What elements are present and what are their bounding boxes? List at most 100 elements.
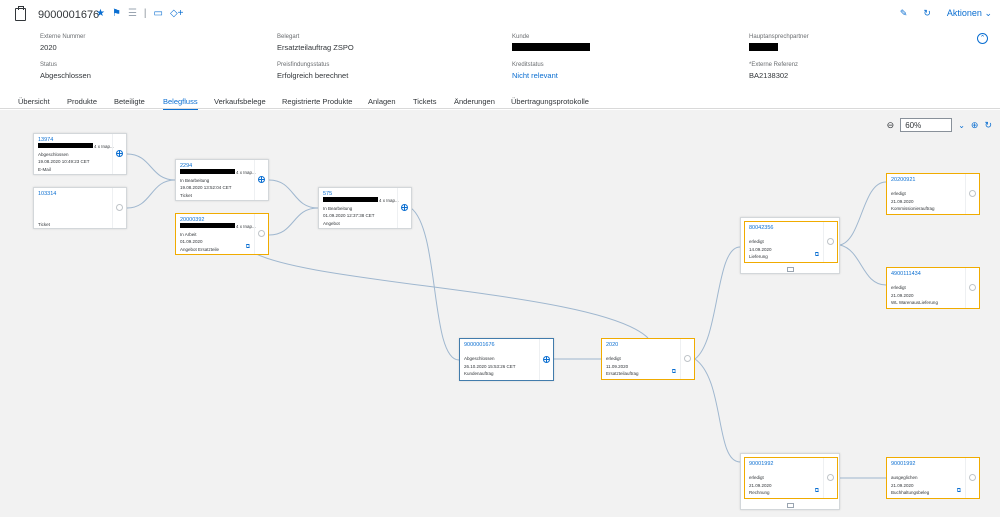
node-type: Angebot xyxy=(323,220,340,226)
flow-node-ersatzteilauftrag[interactable]: 2020 erledigt 11.09.2020 Ersatzteilauftr… xyxy=(601,338,695,380)
flow-node-kommissionierauftrag[interactable]: 20200921 erledigt 21.09.2020 Kommissioni… xyxy=(886,173,980,215)
tab-uebersicht[interactable]: Übersicht xyxy=(18,97,50,106)
expand-plus-icon[interactable] xyxy=(116,150,123,157)
refresh-icon[interactable]: ↻ xyxy=(923,8,931,19)
flow-node-rechnung[interactable]: 90001992 erledigt 21.09.2020 Rechnung ⧉ xyxy=(744,457,838,499)
node-id-link[interactable]: 103314 xyxy=(38,191,56,197)
node-connector-dot-icon xyxy=(969,284,976,291)
tab-belegfluss[interactable]: Belegfluss xyxy=(163,97,198,111)
node-id-link[interactable]: 90001992 xyxy=(891,461,915,467)
cube-icon: ⧉ xyxy=(245,244,250,250)
tab-produkte[interactable]: Produkte xyxy=(67,97,97,106)
node-connector-dot-icon xyxy=(969,190,976,197)
attr-belegart: Belegart Ersatzteilauftrag ZSPO xyxy=(277,34,354,52)
flag-icon[interactable]: ⚑ xyxy=(112,8,121,19)
document-flow-canvas[interactable]: ⊖ 60% ⌄ ⊕ ↻ 13974 4 x Inap... Abgeschlos… xyxy=(0,110,1000,517)
flow-connectors xyxy=(126,153,887,479)
attr-preisfindungsstatus: Preisfindungsstatus Erfolgreich berechne… xyxy=(277,62,348,80)
tab-anlagen[interactable]: Anlagen xyxy=(368,97,396,106)
flow-node-lieferung[interactable]: 80042356 erledigt 14.09.2020 Lieferung ⧉ xyxy=(744,221,838,263)
connector xyxy=(839,181,887,246)
flow-node-angebot[interactable]: 575 4 x Inap... In Bearbeitung 01.09.202… xyxy=(318,187,412,229)
node-title-suffix: 4 x Inap... xyxy=(379,198,399,203)
node-date: 21.09.2020 xyxy=(749,482,772,488)
collapse-header-button[interactable]: ⌃ xyxy=(977,33,988,44)
document-icon xyxy=(15,6,26,21)
title-actions: ★ ⚑ ☰ | ▭ ◇+ xyxy=(96,8,184,19)
node-id-link[interactable]: 9000001676 xyxy=(464,342,495,348)
tab-verkaufsbelege[interactable]: Verkaufsbelege xyxy=(214,97,266,106)
node-id-link[interactable]: 90001992 xyxy=(749,461,773,467)
chevron-up-icon: ⌃ xyxy=(979,35,986,42)
connector xyxy=(694,358,741,463)
node-status: ausgeglichen xyxy=(891,475,918,480)
attr-kreditstatus: Kreditstatus Nicht relevant xyxy=(512,62,558,80)
expand-plus-icon[interactable] xyxy=(258,176,265,183)
attr-label: Kreditstatus xyxy=(512,62,544,68)
node-details: erledigt 21.09.2020 Rechnung xyxy=(749,474,772,497)
attr-status: Status Abgeschlossen xyxy=(40,62,91,80)
node-status: In Bearbeitung xyxy=(323,205,353,211)
connector xyxy=(248,249,649,339)
node-side xyxy=(112,188,126,228)
flow-node-email[interactable]: 13974 4 x Inap... Abgeschlossen 19.08.20… xyxy=(33,133,127,175)
node-title-row: 4 x Inap... xyxy=(38,143,114,151)
tab-tickets[interactable]: Tickets xyxy=(413,97,436,106)
header-right-actions: ✎ ↻ Aktionen ⌄ xyxy=(900,8,992,19)
expand-plus-icon[interactable] xyxy=(401,204,408,211)
node-type: Ticket xyxy=(38,222,50,227)
redaction-bar xyxy=(323,197,378,202)
tag-add-icon[interactable]: ◇+ xyxy=(170,8,184,19)
node-type: Ticket xyxy=(180,192,192,198)
flow-node-kundenauftrag-current[interactable]: 9000001676 Abgeschlossen 26.10.2020 15:5… xyxy=(459,338,554,381)
rss-icon[interactable]: ☰ xyxy=(128,8,137,19)
node-date: 21.09.2020 xyxy=(891,292,914,298)
node-title-suffix: 4 x Inap... xyxy=(236,170,256,175)
redaction-bar xyxy=(38,143,93,148)
chevron-down-icon: ⌄ xyxy=(984,8,992,18)
connector xyxy=(694,246,741,360)
favorite-star-icon[interactable]: ★ xyxy=(96,8,105,19)
group-expand-icon[interactable] xyxy=(787,503,794,508)
node-id-link[interactable]: 2020 xyxy=(606,342,618,348)
node-id-link[interactable]: 80042356 xyxy=(749,225,773,231)
attr-value-redacted xyxy=(749,43,809,53)
node-title-row: 4 x Inap... xyxy=(180,223,256,231)
flow-node-buchhaltungsbeleg[interactable]: 90001992 ausgeglichen 21.09.2020 Buchhal… xyxy=(886,457,980,499)
node-id-link[interactable]: 20200921 xyxy=(891,177,915,183)
flow-node-lieferung-group[interactable]: 80042356 erledigt 14.09.2020 Lieferung ⧉ xyxy=(740,217,840,274)
expand-plus-icon[interactable] xyxy=(543,355,550,363)
flow-node-ticket-2294[interactable]: 2294 4 x Inap... In Bearbeitung 19.08.20… xyxy=(175,159,269,201)
attr-value: 2020 xyxy=(40,43,57,52)
attr-label: Hauptansprechpartner xyxy=(749,34,809,40)
flow-node-warenauslieferung[interactable]: 4900111434 erledigt 21.09.2020 WL Warena… xyxy=(886,267,980,309)
node-title-row: 4 x Inap... xyxy=(323,197,399,205)
node-connector-dot-icon xyxy=(969,474,976,481)
flow-node-rechnung-group[interactable]: 90001992 erledigt 21.09.2020 Rechnung ⧉ xyxy=(740,453,840,510)
attr-value[interactable]: Nicht relevant xyxy=(512,71,558,80)
flow-node-angebot-ersatzteile[interactable]: 20000392 4 x Inap... In Arbeit 01.09.202… xyxy=(175,213,269,255)
node-status: erledigt xyxy=(891,285,906,290)
node-side xyxy=(254,160,268,200)
attr-label: *Externe Referenz xyxy=(749,62,799,68)
tab-uebertragungsprotokolle[interactable]: Übertragungsprotokolle xyxy=(511,97,589,106)
actions-menu-button[interactable]: Aktionen ⌄ xyxy=(947,8,992,19)
comment-icon[interactable]: ▭ xyxy=(154,8,163,19)
group-expand-icon[interactable] xyxy=(787,267,794,272)
attr-externe-nummer: Externe Nummer 2020 xyxy=(40,34,85,52)
redaction-bar xyxy=(512,43,590,51)
node-connector-dot-icon xyxy=(684,355,691,362)
node-id-link[interactable]: 4900111434 xyxy=(891,271,921,277)
tab-registrierte-produkte[interactable]: Registrierte Produkte xyxy=(282,97,352,106)
node-title-suffix: 4 x Inap... xyxy=(236,224,256,229)
attr-hauptansprechpartner: Hauptansprechpartner xyxy=(749,34,809,53)
cube-icon: ⧉ xyxy=(956,488,961,494)
attr-value-redacted xyxy=(512,43,590,53)
tab-beteiligte[interactable]: Beteiligte xyxy=(114,97,145,106)
node-type: E-Mail xyxy=(38,166,51,172)
edit-pencil-icon[interactable]: ✎ xyxy=(900,8,908,19)
node-details: 4 x Inap... In Arbeit 01.09.2020 Angebot… xyxy=(180,223,256,253)
tab-aenderungen[interactable]: Änderungen xyxy=(454,97,495,106)
flow-node-ticket[interactable]: 103314 Ticket xyxy=(33,187,127,229)
node-status: erledigt xyxy=(749,239,764,244)
